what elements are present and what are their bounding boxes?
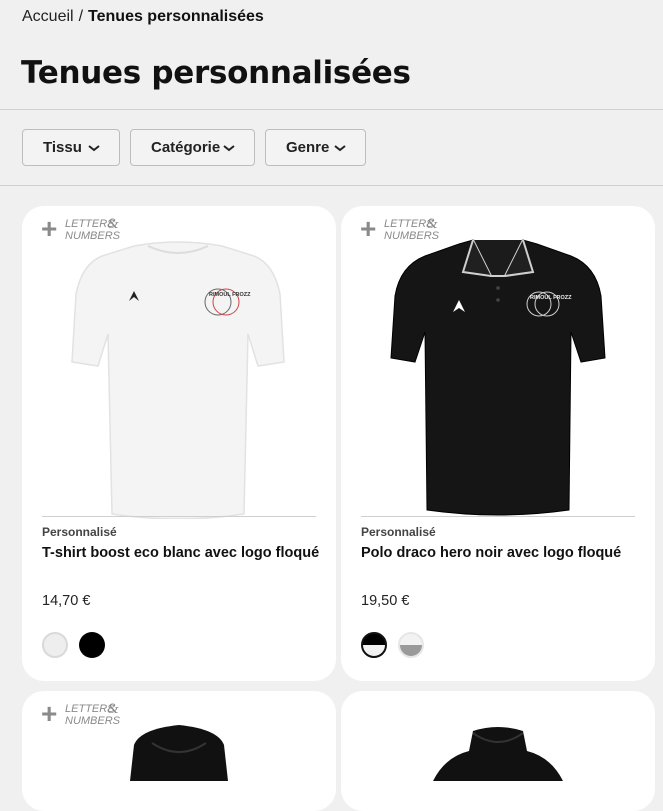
product-image[interactable] [341,721,655,781]
product-card[interactable]: + LETTERS NUMBERS & RIMOUL FROZZ Personn… [341,206,655,681]
filter-tissu-button[interactable]: Tissu [22,129,120,166]
breadcrumb-home-link[interactable]: Accueil [22,8,74,25]
product-image[interactable] [22,721,336,781]
swatch-black-white[interactable] [361,632,387,658]
card-divider [361,516,635,517]
svg-text:&: & [426,216,438,232]
filter-genre-button[interactable]: Genre [265,129,366,166]
card-divider [42,516,316,517]
chevron-down-icon [334,144,346,151]
filter-label: Tissu [43,139,82,156]
product-card[interactable] [341,691,655,811]
chevron-down-icon [223,144,235,151]
product-image[interactable]: RIMOUL FROZZ [22,234,336,519]
filter-categorie-button[interactable]: Catégorie [130,129,255,166]
swatch-white-grey[interactable] [398,632,424,658]
svg-text:&: & [107,216,119,232]
svg-text:&: & [107,701,119,717]
product-card[interactable]: + LETTERS NUMBERS & RIMOUL FROZZ Personn… [22,206,336,681]
product-name[interactable]: Polo draco hero noir avec logo floqué [361,545,621,561]
product-name[interactable]: T-shirt boost eco blanc avec logo floqué [42,545,319,561]
filter-label: Catégorie [151,139,221,156]
swatch-black[interactable] [79,632,105,658]
divider-bottom [0,185,663,186]
product-image[interactable]: RIMOUL FROZZ [341,234,655,519]
product-tag: Personnalisé [42,525,117,539]
svg-text:RIMOUL FROZZ: RIMOUL FROZZ [530,295,572,301]
svg-text:RIMOUL FROZZ: RIMOUL FROZZ [209,292,251,298]
product-price: 14,70 € [42,593,91,609]
product-card[interactable]: + LETTERS NUMBERS & [22,691,336,811]
breadcrumb-current: Tenues personnalisées [88,8,264,25]
swatch-white[interactable] [42,632,68,658]
filter-label: Genre [286,139,330,156]
breadcrumb: Accueil / Tenues personnalisées [22,8,264,26]
divider-top [0,109,663,110]
chevron-down-icon [88,144,100,151]
product-price: 19,50 € [361,593,410,609]
breadcrumb-separator: / [78,8,84,25]
product-tag: Personnalisé [361,525,436,539]
page-title: Tenues personnalisées [21,55,411,91]
